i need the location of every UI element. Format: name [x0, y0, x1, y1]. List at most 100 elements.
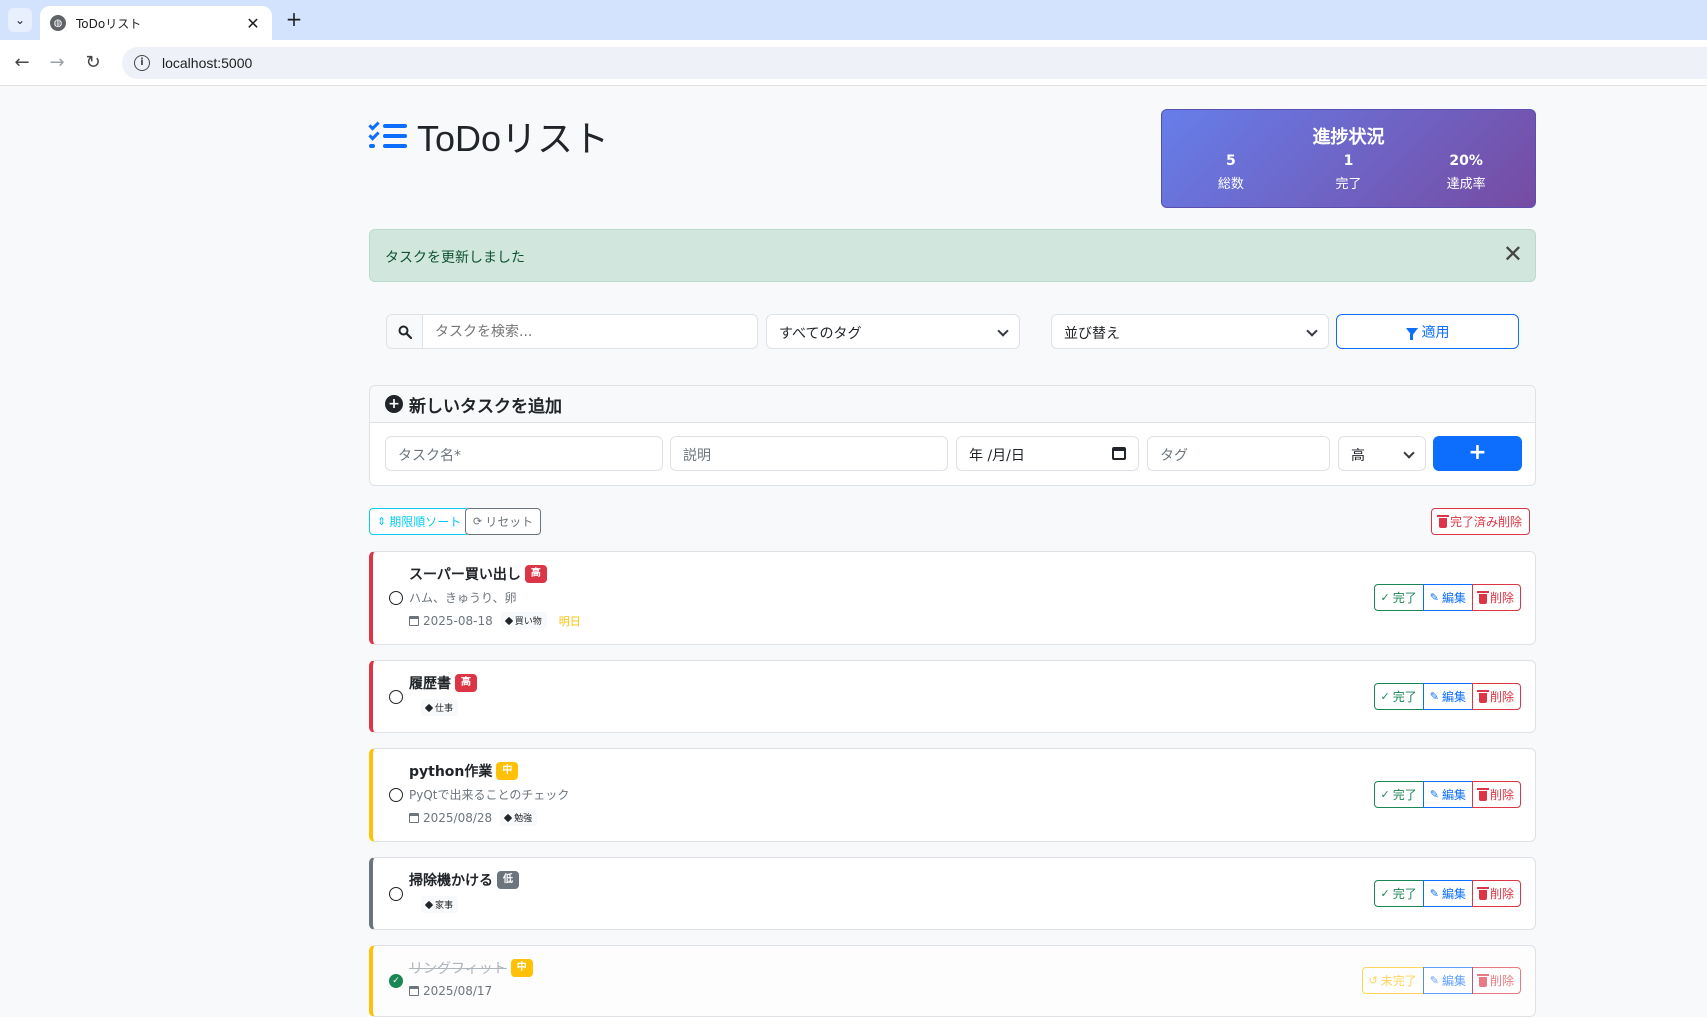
task-title: 履歴書: [409, 676, 451, 692]
task-actions: ↺ 未完了 ✎ 編集 削除: [1361, 967, 1521, 994]
reset-button[interactable]: ⟳ リセット: [465, 508, 542, 535]
complete-toggle-icon[interactable]: [389, 591, 403, 605]
edit-label: 編集: [1441, 974, 1466, 988]
task-meta: 2025/08/17: [409, 984, 533, 998]
task-meta: 2025-08-18 買い物 明日: [409, 612, 581, 629]
due-date-input[interactable]: 年 /月/日: [956, 436, 1139, 471]
completed-check-icon[interactable]: ✓: [389, 974, 403, 988]
forward-icon[interactable]: →: [45, 51, 69, 75]
delete-button[interactable]: 削除: [1471, 880, 1521, 907]
clear-completed-button[interactable]: 完了済み削除: [1431, 508, 1531, 535]
complete-toggle-icon[interactable]: [389, 690, 403, 704]
search-icon: [387, 315, 423, 348]
tag-filter-select[interactable]: すべてのタグ: [766, 314, 1020, 349]
stat-total: 5 総数: [1176, 153, 1286, 192]
edit-icon: ✎: [1429, 591, 1439, 604]
task-name-input[interactable]: タスク名*: [385, 436, 663, 471]
success-alert: タスクを更新しました ✕: [369, 229, 1536, 282]
edit-button[interactable]: ✎ 編集: [1422, 781, 1473, 808]
edit-icon: ✎: [1429, 887, 1439, 900]
tag-icon: [424, 703, 434, 712]
complete-toggle-icon[interactable]: [389, 788, 403, 802]
task-due-date: 2025/08/28: [423, 810, 493, 825]
add-task-button[interactable]: +: [1433, 436, 1522, 471]
due-sort-button[interactable]: ⇕ 期限順ソート: [369, 508, 470, 535]
stat-total-label: 総数: [1217, 177, 1244, 192]
task-title-row: 履歴書 高: [409, 673, 477, 693]
add-task-card: + 新しいタスクを追加 タスク名* 説明 年 /月/日 タグ 高 +: [369, 385, 1536, 486]
edit-button[interactable]: ✎ 編集: [1422, 584, 1473, 611]
task-description-input[interactable]: 説明: [670, 436, 948, 471]
tab-list-button[interactable]: ⌄: [8, 8, 32, 32]
url-text: localhost:5000: [162, 55, 253, 71]
address-bar[interactable]: i localhost:5000: [122, 47, 1707, 79]
delete-button[interactable]: 削除: [1471, 967, 1521, 994]
complete-toggle-icon[interactable]: [389, 887, 403, 901]
tag-filter-value: すべてのタグ: [779, 326, 862, 342]
tag-badge: 買い物: [500, 612, 547, 629]
undo-button[interactable]: ↺ 未完了: [1361, 967, 1424, 994]
calendar-icon[interactable]: [1112, 447, 1126, 460]
apply-label: 適用: [1421, 324, 1450, 341]
search-input[interactable]: [423, 315, 757, 348]
chevron-down-icon: [1403, 447, 1415, 459]
delete-button[interactable]: 削除: [1471, 683, 1521, 710]
task-title-row: python作業 中: [409, 761, 569, 781]
complete-button[interactable]: ✓ 完了: [1373, 781, 1424, 808]
complete-button[interactable]: ✓ 完了: [1373, 683, 1424, 710]
page-title: ToDoリスト: [417, 118, 610, 159]
progress-title: 進捗状況: [1312, 127, 1385, 148]
delete-button[interactable]: 削除: [1471, 584, 1521, 611]
globe-icon: ◍: [50, 15, 66, 31]
reload-icon[interactable]: ↻: [81, 51, 105, 75]
tag-input[interactable]: タグ: [1147, 436, 1330, 471]
task-actions: ✓ 完了 ✎ 編集 削除: [1373, 880, 1521, 907]
delete-button[interactable]: 削除: [1471, 781, 1521, 808]
priority-badge: 低: [497, 871, 519, 889]
alert-close-icon[interactable]: ✕: [1503, 242, 1523, 266]
tag-label: 仕事: [435, 704, 454, 714]
calendar-icon: [409, 615, 419, 626]
stat-total-value: 5: [1225, 153, 1236, 169]
task-description: ハム、きゅうり、卵: [409, 591, 517, 605]
browser-tab-bar: ⌄ ◍ ToDoリスト ✕ +: [0, 0, 1707, 40]
task-actions: ✓ 完了 ✎ 編集 削除: [1373, 584, 1521, 611]
tag-label: 家事: [435, 901, 454, 911]
complete-button[interactable]: ✓ 完了: [1373, 584, 1424, 611]
sort-select[interactable]: 並び替え: [1051, 314, 1329, 349]
check-icon: ✓: [1380, 690, 1390, 703]
calendar-icon: [409, 986, 419, 996]
tag-badge: 家事: [421, 896, 459, 913]
stat-rate: 20% 達成率: [1411, 153, 1521, 192]
back-icon[interactable]: ←: [10, 51, 34, 75]
tag-label: 買い物: [514, 617, 542, 627]
task-body: 履歴書 高 仕事: [409, 673, 477, 716]
priority-select[interactable]: 高: [1338, 436, 1426, 471]
stat-done-label: 完了: [1335, 177, 1362, 192]
edit-button[interactable]: ✎ 編集: [1422, 683, 1473, 710]
due-sort-label: 期限順ソート: [389, 515, 462, 529]
complete-button[interactable]: ✓ 完了: [1373, 880, 1424, 907]
check-icon: ✓: [1380, 788, 1390, 801]
task-meta: 家事: [413, 896, 519, 913]
calendar-icon: [409, 812, 419, 823]
tag-badge: 仕事: [421, 699, 459, 716]
task-item: ✓ リングフィット 中 2025/08/17 ↺ 未完了 ✎ 編集 削除: [369, 945, 1536, 1017]
trash-icon: [1437, 514, 1449, 528]
apply-button[interactable]: 適用: [1336, 314, 1519, 349]
task-title-row: リングフィット 中: [409, 958, 533, 978]
edit-button[interactable]: ✎ 編集: [1422, 967, 1473, 994]
task-item: python作業 中 PyQtで出来ることのチェック 2025/08/28 勉強…: [369, 748, 1536, 842]
edit-button[interactable]: ✎ 編集: [1422, 880, 1473, 907]
tag-label: 勉強: [514, 814, 533, 824]
site-info-icon[interactable]: i: [134, 55, 150, 71]
due-date-placeholder: 年 /月/日: [969, 448, 1025, 464]
browser-tab[interactable]: ◍ ToDoリスト ✕: [40, 6, 272, 40]
close-tab-icon[interactable]: ✕: [244, 14, 262, 33]
new-tab-button[interactable]: +: [282, 8, 306, 32]
tab-title: ToDoリスト: [76, 16, 142, 31]
filter-icon: [1405, 327, 1418, 340]
clear-completed-label: 完了済み削除: [1450, 515, 1523, 529]
delete-label: 削除: [1489, 690, 1514, 704]
undo-icon: ↺: [1368, 974, 1378, 987]
